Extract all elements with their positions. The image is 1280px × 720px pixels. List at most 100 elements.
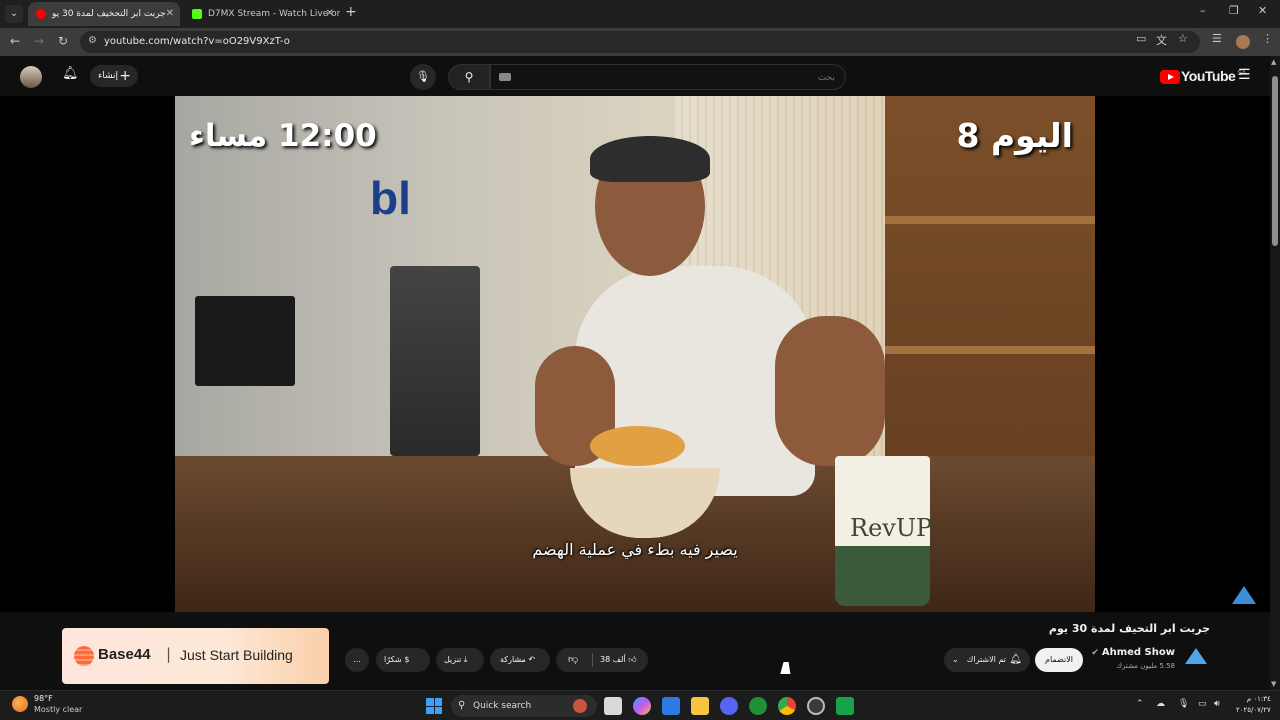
subscribed-button[interactable]: 🔔︎ تم الاشتراك ⌄ xyxy=(944,648,1030,672)
thanks-button[interactable]: شكرًا $ xyxy=(376,648,430,672)
base44-logo-icon xyxy=(74,646,94,666)
thanks-label: شكرًا xyxy=(384,655,402,664)
site-info-icon[interactable]: ⚙ xyxy=(88,35,97,46)
plus-icon: + xyxy=(119,68,131,84)
tab-kick-stream[interactable]: D7MX Stream - Watch Live on ✕ xyxy=(184,2,340,26)
thumbs-up-icon: 👍︎ xyxy=(628,655,637,664)
maximize-icon[interactable]: ❐ xyxy=(1229,4,1239,17)
microphone-icon[interactable]: 🎙︎ xyxy=(1178,699,1189,709)
reload-icon[interactable]: ↻ xyxy=(58,34,68,48)
download-button[interactable]: تنزيل ⤓ xyxy=(436,648,484,672)
taskbar-search[interactable]: ⚲ Quick search xyxy=(451,695,597,717)
video-frame[interactable]: bl RevUP 12:00 مساء اليوم 8 يصير فيه بطء… xyxy=(175,96,1095,612)
video-title: جربت ابر التحيف لمدة 30 يوم xyxy=(1048,622,1210,635)
system-clock[interactable]: ٠١:٣٤ م ٢٠٢٥/٠٧/٢٧ xyxy=(1236,694,1271,716)
logo-text: YouTube xyxy=(1181,68,1236,84)
bookmark-star-icon[interactable]: ☆ xyxy=(1178,32,1188,45)
ad-separator: | xyxy=(166,645,172,663)
chevron-down-icon: ⌄ xyxy=(952,655,959,664)
forward-arrow-icon[interactable]: → xyxy=(34,34,44,48)
window-close-icon[interactable]: ✕ xyxy=(1258,4,1267,17)
subtitle-caption: يصير فيه بطء في عملية الهضم xyxy=(532,540,738,559)
search-icon: ⚲ xyxy=(458,700,466,711)
page-scrollbar[interactable]: ▲ ▼ xyxy=(1270,56,1280,690)
tab-label: D7MX Stream - Watch Live on xyxy=(208,9,340,19)
share-label: مشاركة xyxy=(500,655,526,664)
copilot-icon[interactable] xyxy=(633,697,651,715)
chrome-icon[interactable] xyxy=(778,697,796,715)
taskbar-search-label: Quick search xyxy=(473,701,532,711)
wall-logo: bl xyxy=(370,172,411,224)
xbox-icon[interactable] xyxy=(749,697,767,715)
weather-sun-icon[interactable] xyxy=(12,696,28,712)
file-explorer-icon[interactable] xyxy=(691,697,709,715)
share-button[interactable]: مشاركة ↶ xyxy=(490,648,550,672)
address-url: youtube.com/watch?v=oO29V9XzT-o xyxy=(104,36,290,47)
search-button[interactable]: ⚲ xyxy=(448,64,490,90)
person-bandana xyxy=(590,136,710,182)
burger-bun xyxy=(590,426,685,466)
weather-description[interactable]: Mostly clear xyxy=(34,705,82,714)
like-button[interactable]: 38 ألف 👍︎ xyxy=(592,648,648,672)
shelf-board xyxy=(885,216,1095,224)
youtube-favicon-icon xyxy=(36,8,46,19)
video-player[interactable]: bl RevUP 12:00 مساء اليوم 8 يصير فيه بطء… xyxy=(0,96,1270,612)
cup-label: RevUP xyxy=(850,514,933,542)
new-tab-plus-icon[interactable]: + xyxy=(345,4,357,20)
cast-icon[interactable]: ▭ xyxy=(1136,32,1146,45)
browser-tab-strip: ⌄ جربت ابر التحخيف لمدة 30 يو ✕ D7MX Str… xyxy=(0,0,1280,28)
scroll-down-icon[interactable]: ▼ xyxy=(1271,680,1276,688)
translate-icon[interactable]: 文 xyxy=(1156,32,1167,48)
onedrive-cloud-icon[interactable]: ☁ xyxy=(1156,699,1165,709)
super-thanks-icon: $ xyxy=(404,655,410,664)
windows-start-icon[interactable] xyxy=(426,698,442,714)
youtube-play-logo-icon xyxy=(1160,70,1180,85)
treadmill xyxy=(390,266,480,456)
discord-icon[interactable] xyxy=(720,697,738,715)
like-count: 38 ألف xyxy=(600,655,626,664)
tab-search-menu-button[interactable]: ⌄ xyxy=(5,5,23,23)
store-icon[interactable] xyxy=(662,697,680,715)
address-bar[interactable]: ⚙ youtube.com/watch?v=oO29V9XzT-o xyxy=(80,31,1200,53)
tab-close-icon[interactable]: ✕ xyxy=(326,2,334,26)
sponsored-ad-banner[interactable]: Base44 | Just Start Building xyxy=(62,628,329,684)
video-info-bar: جربت ابر التحيف لمدة 30 يوم ✔ Ahmed Show … xyxy=(0,612,1270,690)
join-button[interactable]: الانضمام xyxy=(1035,648,1083,672)
browser-menu-icon[interactable]: ⋮ xyxy=(1262,32,1273,45)
notifications-bell-icon[interactable]: 🔔︎ xyxy=(62,66,79,81)
channel-name-text: Ahmed Show xyxy=(1101,647,1175,658)
channel-avatar-icon[interactable] xyxy=(1185,648,1207,664)
person-arm xyxy=(775,316,885,466)
youtube-logo[interactable]: YouTube SA xyxy=(1160,68,1246,85)
tab-youtube-video[interactable]: جربت ابر التحخيف لمدة 30 يو ✕ xyxy=(28,2,180,26)
scroll-up-icon[interactable]: ▲ xyxy=(1271,58,1276,66)
profile-avatar[interactable] xyxy=(1236,35,1250,49)
network-icon[interactable]: ▭ xyxy=(1198,699,1207,709)
desk-monitor xyxy=(195,296,295,386)
ad-brand: Base44 xyxy=(98,646,151,663)
more-actions-button[interactable]: ... xyxy=(345,648,369,672)
guide-menu-icon[interactable]: ☰ xyxy=(1238,67,1251,83)
app-icon[interactable] xyxy=(836,697,854,715)
weather-temperature[interactable]: 98°F xyxy=(34,694,53,703)
task-view-icon[interactable] xyxy=(604,697,622,715)
search-input[interactable] xyxy=(491,66,845,90)
reading-list-icon[interactable]: ☰ xyxy=(1212,32,1222,45)
channel-name[interactable]: ✔ Ahmed Show xyxy=(1091,647,1175,658)
create-label: إنشاء xyxy=(98,71,119,81)
minimize-icon[interactable]: – xyxy=(1200,4,1206,17)
create-button[interactable]: إنشاء + xyxy=(90,65,138,87)
tab-close-icon[interactable]: ✕ xyxy=(166,2,174,26)
back-arrow-icon[interactable]: ← xyxy=(10,34,20,48)
search-box[interactable] xyxy=(490,64,846,90)
channel-watermark-icon[interactable] xyxy=(1232,586,1256,604)
obs-icon[interactable] xyxy=(807,697,825,715)
account-avatar[interactable] xyxy=(20,66,42,88)
voice-search-mic-icon[interactable]: 🎙︎ xyxy=(410,64,436,90)
scroll-thumb[interactable] xyxy=(1272,76,1278,246)
bell-icon: 🔔︎ xyxy=(1009,654,1022,665)
dislike-button[interactable]: 👎︎ xyxy=(568,648,578,672)
volume-icon[interactable]: 🔊︎ xyxy=(1214,699,1220,709)
tray-overflow-icon[interactable]: ⌃ xyxy=(1136,699,1144,709)
keyboard-icon[interactable] xyxy=(499,73,511,81)
